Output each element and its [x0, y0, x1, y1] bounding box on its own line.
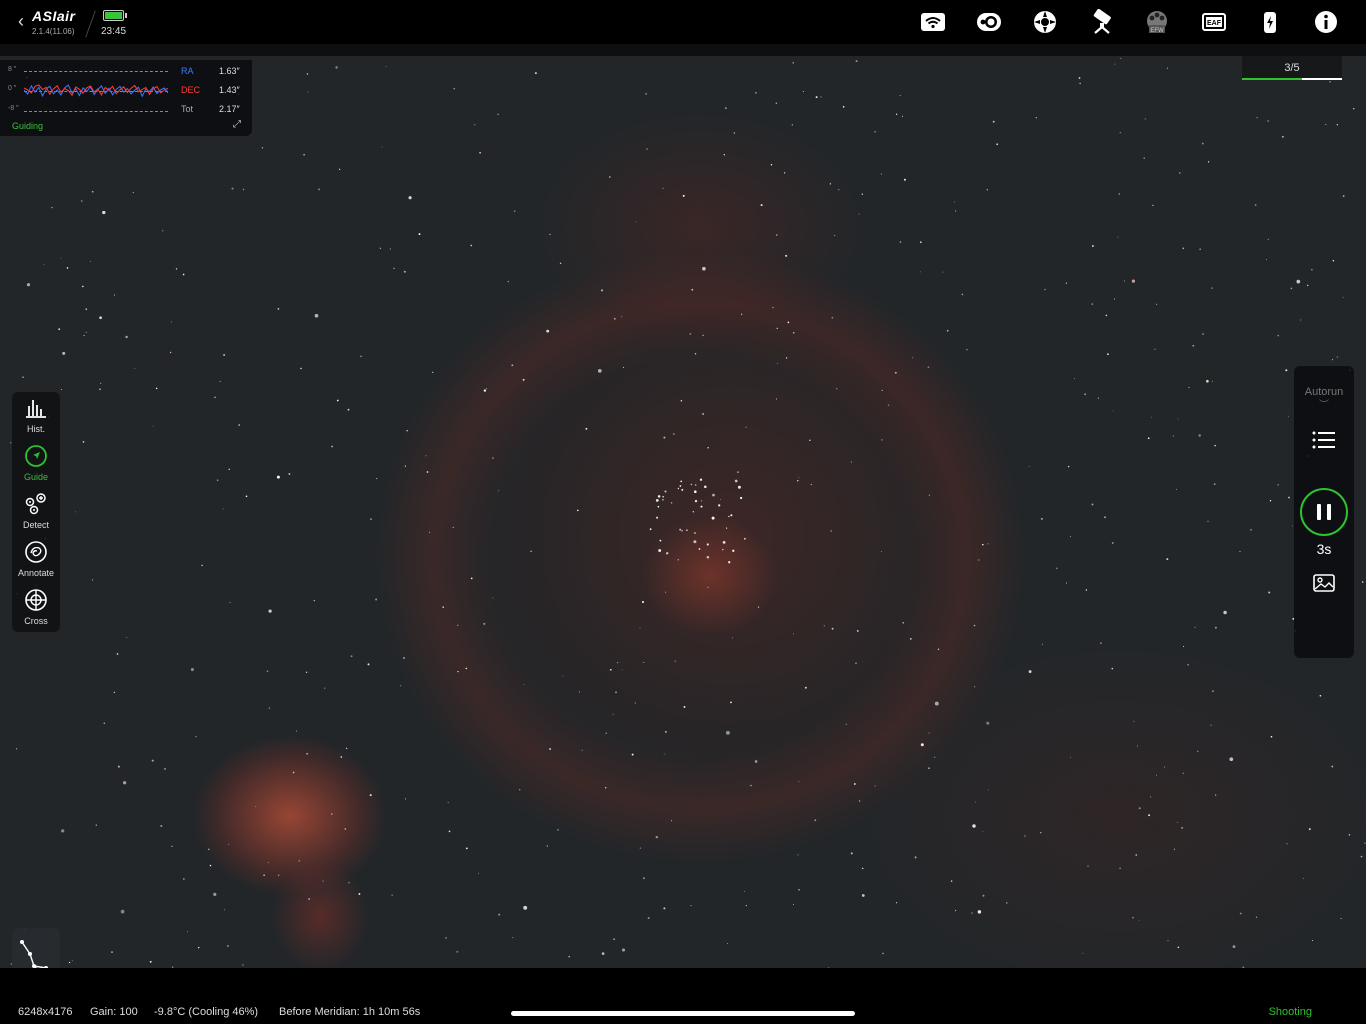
power-storage-icon[interactable] — [1256, 8, 1284, 36]
histogram-icon — [26, 400, 46, 418]
shooting-status: Shooting — [1268, 1006, 1312, 1018]
grid-line-bottom — [24, 111, 168, 112]
frame-progress-fill — [1242, 78, 1302, 80]
left-toolbar: Hist. Guide Detect Annotate Cross — [12, 392, 60, 632]
dec-value: 1.43″ — [219, 85, 240, 95]
resolution: 6248x4176 — [18, 1006, 73, 1018]
battery-icon — [103, 10, 127, 21]
svg-text:EFW: EFW — [1150, 28, 1164, 34]
frame-count-text: 3/5 — [1284, 62, 1300, 74]
guide-button[interactable]: Guide — [12, 440, 60, 488]
eaf-focuser-icon[interactable]: EAF — [1200, 8, 1228, 36]
clock: 23:45 — [101, 26, 127, 37]
camera-icon[interactable] — [975, 8, 1003, 36]
annotate-button[interactable]: Annotate — [12, 536, 60, 584]
pause-icon — [1317, 504, 1321, 520]
filter-wheel-icon[interactable]: EFW — [1143, 8, 1171, 36]
guide-label: Guide — [23, 472, 49, 482]
annotate-label: Annotate — [17, 568, 55, 578]
guide-scope-icon[interactable] — [1031, 8, 1059, 36]
cross-button[interactable]: Cross — [12, 584, 60, 632]
axis-top-label: 8 ″ — [8, 66, 17, 73]
home-indicator[interactable] — [511, 1011, 855, 1016]
divider — [85, 10, 96, 38]
axis-mid-label: 0 ″ — [8, 85, 17, 92]
tot-value: 2.17″ — [219, 104, 240, 114]
cross-label: Cross — [24, 616, 48, 626]
exposure-time[interactable]: 3s — [1294, 541, 1354, 557]
right-control-panel: Autorun ︶ 3s — [1294, 366, 1354, 658]
axis-bottom-label: -8 ″ — [8, 105, 19, 112]
ra-value: 1.63″ — [219, 66, 240, 76]
annotate-galaxy-icon — [25, 541, 47, 563]
app-logo: ASIair — [32, 8, 76, 24]
guide-graph-panel[interactable]: 8 ″ 0 ″ -8 ″ RA 1.63″ DEC 1.43″ Tot 2.17… — [0, 60, 252, 136]
guide-error-graph — [24, 84, 168, 98]
ra-label: RA — [181, 66, 194, 76]
bottom-status-bar: 6248x4176 Gain: 100 -9.8°C (Cooling 46%)… — [0, 968, 1366, 1024]
info-icon[interactable] — [1312, 8, 1340, 36]
detect-stars-icon — [25, 493, 46, 515]
list-icon[interactable] — [1312, 430, 1336, 450]
wifi-icon[interactable] — [919, 8, 947, 36]
top-strip — [0, 44, 1366, 56]
back-chevron-icon[interactable]: ‹ — [18, 11, 24, 32]
crosshair-icon — [25, 589, 47, 611]
frame-counter: 3/5 — [1242, 56, 1342, 80]
app-version: 2.1.4(11.06) — [32, 27, 75, 36]
expand-icon[interactable]: ⤢ — [233, 119, 241, 130]
detect-label: Detect — [22, 520, 49, 530]
detect-button[interactable]: Detect — [12, 488, 60, 536]
svg-text:EAF: EAF — [1207, 20, 1222, 27]
tot-label: Tot — [181, 104, 194, 114]
hist-label: Hist. — [27, 424, 45, 434]
dec-label: DEC — [181, 85, 201, 95]
guiding-status: Guiding — [12, 121, 44, 131]
temperature: -9.8°C (Cooling 46%) — [154, 1006, 259, 1018]
telescope-mount-icon[interactable] — [1088, 8, 1116, 36]
chevron-down-icon[interactable]: ︶ — [1294, 396, 1354, 411]
sky-image-preview[interactable] — [0, 56, 1366, 968]
hist-button[interactable]: Hist. — [12, 392, 60, 440]
gain: Gain: 100 — [90, 1006, 138, 1018]
guide-icon — [25, 445, 47, 467]
pause-button[interactable] — [1300, 488, 1348, 536]
image-gallery-icon[interactable] — [1312, 572, 1336, 594]
star-field — [10, 57, 1366, 968]
top-bar: ‹ ASIair 2.1.4(11.06) 23:45 EFW EAF — [0, 0, 1366, 44]
meridian-countdown: Before Meridian: 1h 10m 56s — [279, 1006, 421, 1018]
